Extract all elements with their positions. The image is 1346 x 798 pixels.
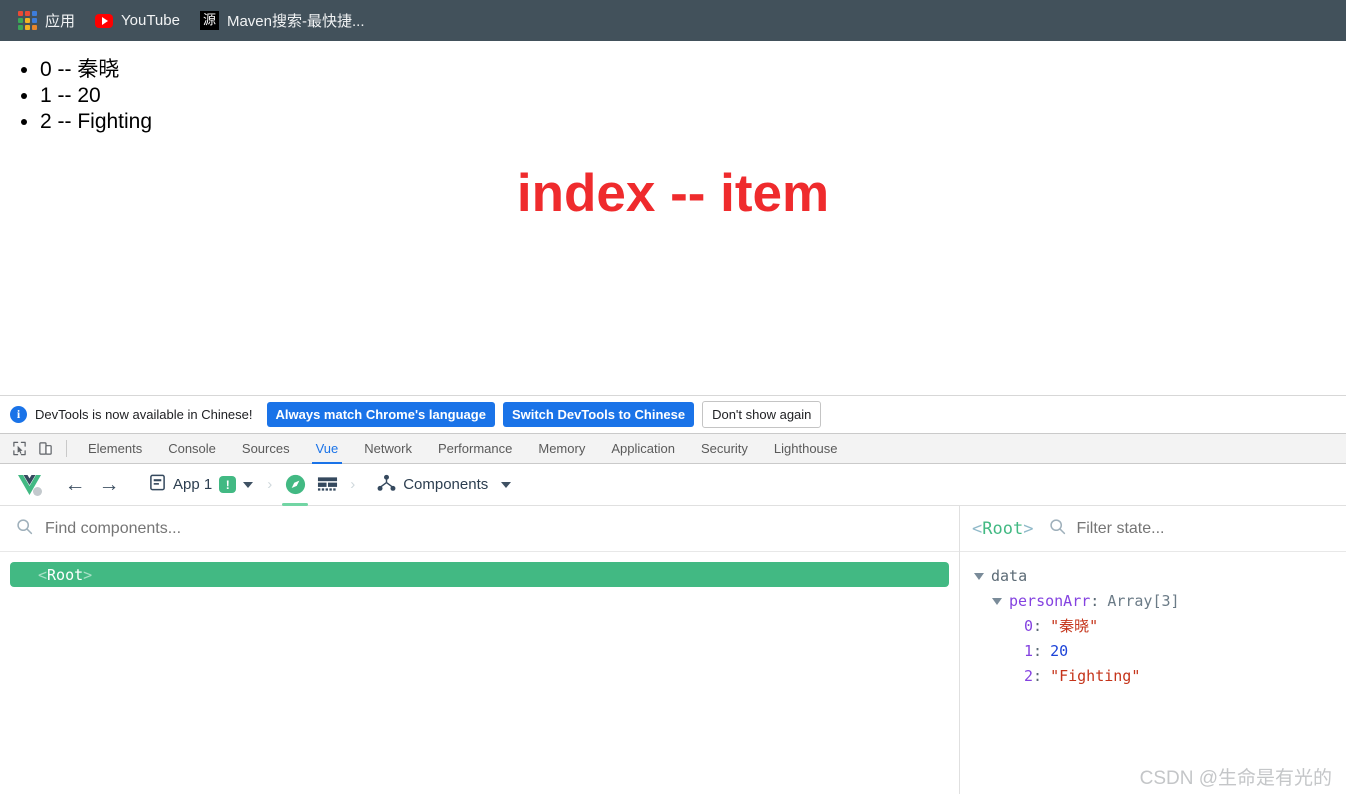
component-tree-item-root[interactable]: < Root > [10, 562, 949, 587]
breadcrumb-separator: › [350, 476, 356, 493]
tab-console[interactable]: Console [155, 434, 229, 464]
array-index: 2 [1024, 667, 1034, 685]
info-icon: i [10, 406, 27, 423]
dont-show-again-button[interactable]: Don't show again [702, 401, 822, 428]
maven-source-icon: 源 [199, 11, 219, 30]
person-list: 0 -- 秦晓 1 -- 20 2 -- Fighting [0, 57, 1346, 135]
chevron-expanded-icon[interactable] [974, 573, 984, 580]
compass-icon[interactable] [279, 469, 311, 506]
always-match-language-button[interactable]: Always match Chrome's language [266, 402, 495, 427]
state-property-personarr[interactable]: personArr: Array[3] [974, 589, 1346, 614]
app-selector-label: App 1 [173, 476, 213, 493]
array-index: 1 [1024, 642, 1034, 660]
array-value: 20 [1050, 642, 1069, 660]
state-property-type: Array[3] [1107, 592, 1180, 610]
array-colon: : [1033, 667, 1043, 685]
root-open-bracket: < [38, 565, 48, 584]
state-array-entry[interactable]: 1: 20 [974, 639, 1346, 664]
filter-state-input[interactable] [1074, 518, 1330, 539]
forward-arrow-icon[interactable]: → [92, 470, 126, 500]
device-toolbar-icon[interactable] [32, 437, 58, 461]
csdn-watermark: CSDN @生命是有光的 [1139, 768, 1332, 789]
devtools-language-notice: i DevTools is now available in Chinese! … [0, 395, 1346, 433]
state-tree: data personArr: Array[3] 0: "秦晓" 1: 20 2: "F… [960, 552, 1346, 689]
vue-logo-icon [14, 469, 46, 501]
youtube-icon [95, 13, 114, 28]
tab-network[interactable]: Network [351, 434, 425, 464]
page-title: index -- item [516, 164, 830, 223]
array-colon: : [1033, 642, 1043, 660]
chevron-down-icon [501, 481, 512, 488]
array-colon: : [1033, 617, 1043, 635]
search-icon [1049, 518, 1066, 540]
tab-application[interactable]: Application [598, 434, 688, 464]
bookmarks-bar: 应用 YouTube 源 Maven搜索-最快捷... [0, 0, 1346, 41]
array-value: "Fighting" [1050, 667, 1141, 685]
bookmark-maven-label: Maven搜索-最快捷... [226, 13, 365, 30]
state-panel: <Root> data personArr: Array[3] 0: "秦晓" 1:… [960, 506, 1346, 794]
component-tree: < Root > [0, 552, 959, 597]
tab-sources[interactable]: Sources [229, 434, 303, 464]
bookmark-apps[interactable]: 应用 [8, 6, 85, 35]
state-group-label: data [991, 567, 1028, 585]
vue-devtools-main: <Root> <Root> data personArr: Array[3] 0 [0, 506, 1346, 794]
array-value: "秦晓" [1050, 617, 1099, 635]
view-selector-label: Components [403, 476, 489, 493]
list-item: 0 -- 秦晓 [40, 57, 1346, 83]
list-item: 1 -- 20 [40, 83, 1346, 109]
state-property-colon: : [1090, 592, 1100, 610]
components-panel: <Root> [0, 506, 960, 794]
app-selector[interactable]: App 1 ! [142, 469, 260, 500]
find-components-row[interactable] [0, 506, 959, 552]
page-viewport: 0 -- 秦晓 1 -- 20 2 -- Fighting index -- i… [0, 41, 1346, 395]
notice-message: DevTools is now available in Chinese! [35, 407, 253, 422]
state-group-data[interactable]: data [974, 564, 1346, 589]
state-array-entry[interactable]: 2: "Fighting" [974, 664, 1346, 689]
chevron-expanded-icon[interactable] [992, 598, 1002, 605]
devtools-tab-bar: Elements Console Sources Vue Network Per… [0, 433, 1346, 464]
list-item: 2 -- Fighting [40, 109, 1346, 135]
view-selector[interactable]: Components [370, 469, 518, 501]
inspect-element-icon[interactable] [6, 437, 32, 461]
tab-elements[interactable]: Elements [75, 434, 155, 464]
document-icon [149, 474, 166, 495]
bookmark-youtube-label: YouTube [121, 12, 180, 29]
back-arrow-icon[interactable]: ← [58, 470, 92, 500]
state-root-label: <Root> [972, 518, 1034, 539]
bookmark-youtube[interactable]: YouTube [85, 8, 190, 33]
tab-vue[interactable]: Vue [303, 434, 352, 464]
search-input[interactable] [43, 518, 943, 539]
tab-lighthouse[interactable]: Lighthouse [761, 434, 851, 464]
breadcrumb-separator: › [267, 476, 273, 493]
array-index: 0 [1024, 617, 1034, 635]
bookmark-apps-label: 应用 [45, 13, 76, 30]
toolbar-divider [66, 440, 67, 457]
grid-table-icon[interactable] [311, 469, 343, 501]
search-icon [16, 518, 33, 540]
tab-performance[interactable]: Performance [425, 434, 525, 464]
root-name: Root [47, 565, 84, 584]
tab-memory[interactable]: Memory [525, 434, 598, 464]
tab-security[interactable]: Security [688, 434, 761, 464]
component-tree-icon [377, 474, 396, 496]
state-header-row: <Root> [960, 506, 1346, 552]
root-close-bracket: > [83, 565, 93, 584]
chevron-down-icon [243, 481, 254, 488]
state-array-entry[interactable]: 0: "秦晓" [974, 614, 1346, 639]
apps-grid-icon [18, 11, 37, 30]
state-property-name: personArr [1009, 592, 1091, 610]
bookmark-maven[interactable]: 源 Maven搜索-最快捷... [190, 6, 375, 35]
app-warning-badge: ! [219, 476, 237, 493]
vue-devtools-toolbar: ← → App 1 ! › › Components [0, 464, 1346, 506]
switch-devtools-language-button[interactable]: Switch DevTools to Chinese [502, 402, 695, 427]
